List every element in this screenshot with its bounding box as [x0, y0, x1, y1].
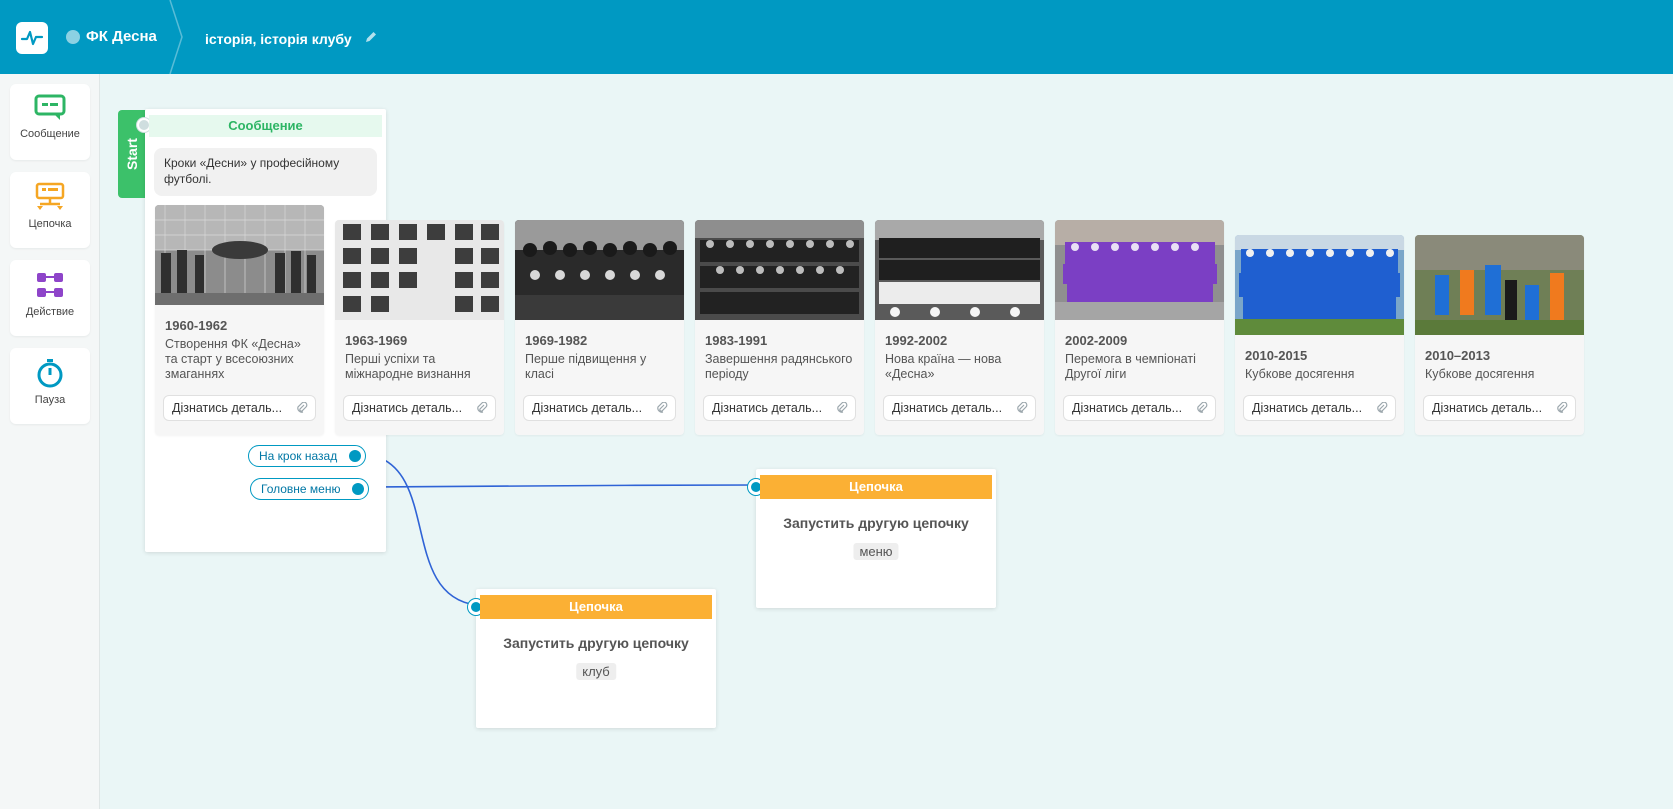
- message-text: Кроки «Десни» у професійному футболі.: [154, 148, 377, 196]
- message-icon: [34, 94, 66, 120]
- card-period: 2010–2013: [1425, 348, 1491, 363]
- gallery-card: 1969-1982 Перше підвищення у класі Дізна…: [515, 220, 684, 435]
- messenger-icon: [66, 29, 80, 44]
- card-details-button[interactable]: Дізнатись деталь...: [1243, 395, 1396, 421]
- card-button-label: Дізнатись деталь...: [532, 401, 643, 415]
- card-period: 1963-1969: [345, 333, 408, 348]
- tool-action-label: Действие: [25, 306, 75, 318]
- attachment-icon: [837, 402, 848, 413]
- gallery-card: 1960-1962 Створення ФК «Десна» та старт …: [155, 205, 324, 435]
- output-port[interactable]: [352, 483, 365, 495]
- card-description: Створення ФК «Десна» та старт у всесоюзн…: [165, 337, 301, 381]
- chain-node-action: Запустить другую цепочку: [783, 515, 969, 531]
- card-details-button[interactable]: Дізнатись деталь...: [1423, 395, 1576, 421]
- tool-pause-label: Пауза: [34, 394, 66, 406]
- card-photo: [695, 220, 864, 320]
- card-period: 2002-2009: [1065, 333, 1128, 348]
- gallery-card: 1983-1991 Завершення радянського періоду…: [695, 220, 864, 435]
- tool-chain[interactable]: Цепочка: [10, 172, 90, 248]
- card-button-label: Дізнатись деталь...: [172, 401, 283, 415]
- chain-node-target: меню: [853, 543, 899, 560]
- tools-sidebar: Сообщение Цепочка Действие Пауза: [0, 74, 100, 809]
- card-button-label: Дізнатись деталь...: [892, 401, 1003, 415]
- link-main-menu: [370, 484, 758, 488]
- quick-reply-step-back[interactable]: На крок назад: [248, 445, 367, 467]
- card-button-label: Дізнатись деталь...: [1072, 401, 1183, 415]
- card-button-label: Дізнатись деталь...: [712, 401, 823, 415]
- card-description: Кубкове досягення: [1425, 367, 1535, 381]
- top-bar: ФК Десна історія, історія клубу: [0, 0, 1673, 74]
- chain-icon: [35, 182, 65, 210]
- quick-reply-label: Головне меню: [261, 482, 341, 496]
- tool-message-label: Сообщение: [20, 128, 80, 140]
- edit-pencil-icon[interactable]: [364, 30, 378, 47]
- gallery-card: 2010–2013 Кубкове досягення Дізнатись де…: [1415, 235, 1584, 435]
- card-period: 1969-1982: [525, 333, 588, 348]
- gallery-card: 1992-2002 Нова країна — нова «Десна» Діз…: [875, 220, 1044, 435]
- card-photo: [1235, 235, 1404, 335]
- card-period: 1983-1991: [705, 333, 768, 348]
- attachment-icon: [657, 402, 668, 413]
- card-period: 1960-1962: [165, 318, 228, 333]
- attachment-icon: [297, 402, 308, 413]
- card-photo: [1055, 220, 1224, 320]
- card-details-button[interactable]: Дізнатись деталь...: [163, 395, 316, 421]
- card-period: 2010-2015: [1245, 348, 1308, 363]
- card-button-label: Дізнатись деталь...: [352, 401, 463, 415]
- card-details-button[interactable]: Дізнатись деталь...: [343, 395, 496, 421]
- timer-icon: [37, 359, 63, 388]
- card-details-button[interactable]: Дізнатись деталь...: [883, 395, 1036, 421]
- gallery-card: 2010-2015 Кубкове досягення Дізнатись де…: [1235, 235, 1404, 435]
- card-photo: [155, 205, 324, 305]
- project-name: ФК Десна: [86, 28, 157, 45]
- card-details-button[interactable]: Дізнатись деталь...: [703, 395, 856, 421]
- chain-node-target: клуб: [576, 663, 616, 680]
- card-photo: [875, 220, 1044, 320]
- gallery-card: 1963-1969 Перші успіхи та міжнародне виз…: [335, 220, 504, 435]
- link-step-back: [370, 454, 477, 606]
- chain-node-action: Запустить другую цепочку: [503, 635, 689, 651]
- card-description: Перші успіхи та міжнародне визнання: [345, 352, 471, 381]
- chain-node-title: Цепочка: [480, 595, 712, 619]
- card-description: Перше підвищення у класі: [525, 352, 647, 381]
- chain-node-menu[interactable]: Цепочка Запустить другую цепочку меню: [748, 469, 996, 608]
- card-button-label: Дізнатись деталь...: [1252, 401, 1363, 415]
- output-port[interactable]: [349, 450, 362, 462]
- chain-node-club[interactable]: Цепочка Запустить другую цепочку клуб: [468, 589, 716, 728]
- flow-name: історія, історія клубу: [205, 30, 352, 47]
- breadcrumb-project[interactable]: ФК Десна: [66, 28, 157, 45]
- gallery-card: 2002-2009 Перемога в чемпіонаті Другої л…: [1055, 220, 1224, 435]
- card-photo: [515, 220, 684, 320]
- card-details-button[interactable]: Дізнатись деталь...: [1063, 395, 1216, 421]
- attachment-icon: [1197, 402, 1208, 413]
- action-icon: [37, 273, 63, 297]
- tool-message[interactable]: Сообщение: [10, 84, 90, 160]
- app-logo-icon[interactable]: [16, 22, 48, 54]
- quick-reply-main-menu[interactable]: Головне меню: [250, 478, 370, 500]
- card-photo: [335, 220, 504, 320]
- breadcrumb-flow: історія, історія клубу: [205, 30, 378, 47]
- message-node-title: Сообщение: [149, 115, 382, 137]
- card-photo: [1415, 235, 1584, 335]
- breadcrumb-separator: [169, 0, 183, 74]
- tool-chain-label: Цепочка: [28, 218, 72, 230]
- attachment-icon: [1377, 402, 1388, 413]
- card-description: Нова країна — нова «Десна»: [885, 352, 1002, 381]
- tool-pause[interactable]: Пауза: [10, 348, 90, 424]
- card-description: Завершення радянського періоду: [705, 352, 853, 381]
- tool-action[interactable]: Действие: [10, 260, 90, 336]
- card-button-label: Дізнатись деталь...: [1432, 401, 1543, 415]
- quick-reply-label: На крок назад: [259, 449, 338, 463]
- attachment-icon: [477, 402, 488, 413]
- card-description: Перемога в чемпіонаті Другої ліги: [1065, 352, 1196, 381]
- attachment-icon: [1557, 402, 1568, 413]
- card-details-button[interactable]: Дізнатись деталь...: [523, 395, 676, 421]
- card-description: Кубкове досягення: [1245, 367, 1355, 381]
- attachment-icon: [1017, 402, 1028, 413]
- card-period: 1992-2002: [885, 333, 948, 348]
- chain-node-title: Цепочка: [760, 475, 992, 499]
